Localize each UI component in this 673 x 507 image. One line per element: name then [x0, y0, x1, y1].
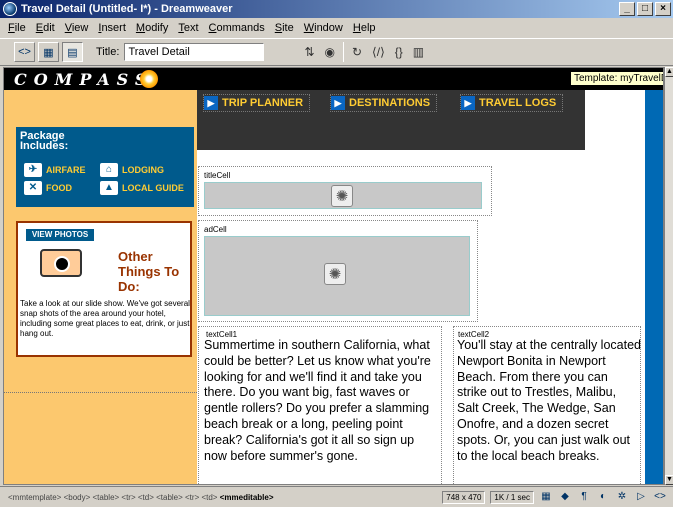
text-cell2-content[interactable]: You'll stay at the centrally located New…: [457, 338, 641, 464]
minimize-button[interactable]: _: [619, 2, 635, 16]
nav-travel-logs[interactable]: ▶ TRAVEL LOGS: [460, 94, 564, 112]
other-things-line1: Other: [118, 249, 153, 264]
refresh-icon[interactable]: ↻: [352, 45, 362, 59]
compass-logo: COMPASS: [14, 70, 154, 89]
window-size-selector[interactable]: 748 x 470: [442, 490, 486, 504]
file-management-icon[interactable]: ⇅: [304, 45, 314, 59]
css-styles-icon[interactable]: ◐: [596, 490, 610, 504]
package-title-line2: Includes:: [20, 140, 69, 152]
vertical-scrollbar[interactable]: ▲ ▼: [664, 67, 673, 485]
left-column-divider: [4, 392, 197, 393]
flash-placeholder-icon: ✺: [331, 185, 353, 207]
menu-modify[interactable]: Modify: [131, 22, 173, 34]
utensils-icon: ✕: [24, 181, 42, 195]
tag-path[interactable]: <mmtemplate> <body> <table> <tr> <td> <t…: [8, 493, 217, 502]
code-view-icon[interactable]: <>: [14, 42, 35, 62]
shoe-icon: ▲: [100, 181, 118, 195]
timelines-icon[interactable]: ▷: [634, 490, 648, 504]
nav-arrow-icon: ▶: [461, 96, 475, 110]
design-view-icon[interactable]: ▤: [62, 42, 83, 62]
other-things-line2: Things To: [118, 264, 180, 279]
scroll-down-icon[interactable]: ▼: [665, 475, 673, 485]
html-styles-icon[interactable]: ¶: [577, 490, 591, 504]
house-icon: ⌂: [100, 163, 118, 177]
package-item-label: FOOD: [46, 183, 72, 193]
menu-view[interactable]: View: [60, 22, 94, 34]
split-view-icon[interactable]: ▦: [38, 42, 59, 62]
selected-tag[interactable]: <mmeditable>: [220, 493, 274, 502]
menu-file[interactable]: File: [3, 22, 31, 34]
close-button[interactable]: ×: [655, 2, 671, 16]
menu-commands[interactable]: Commands: [204, 22, 270, 34]
package-title: Package Includes:: [20, 131, 69, 152]
menu-edit[interactable]: Edit: [31, 22, 60, 34]
nav-arrow-icon: ▶: [331, 96, 345, 110]
flash-placeholder-icon: ✺: [324, 263, 346, 285]
dreamweaver-window: Travel Detail (Untitled- I*) - Dreamweav…: [0, 0, 673, 507]
site-icon[interactable]: ▦: [539, 490, 553, 504]
tag-selector[interactable]: <mmtemplate> <body> <table> <tr> <td> <t…: [8, 493, 274, 502]
code-inspector-icon[interactable]: <>: [653, 490, 667, 504]
status-right: 748 x 470 1K / 1 sec ▦ ◆ ¶ ◐ ✲ ▷ <>: [442, 490, 667, 504]
title-label: Title:: [96, 46, 120, 58]
airplane-icon: ✈: [24, 163, 42, 177]
download-time: 1K / 1 sec: [490, 490, 534, 504]
menu-help[interactable]: Help: [348, 22, 381, 34]
right-blue-column: [645, 90, 663, 484]
code-navigation-icon[interactable]: ⟨/⟩: [372, 45, 385, 59]
status-bar: <mmtemplate> <body> <table> <tr> <td> <t…: [0, 486, 673, 507]
package-item-label: LODGING: [122, 165, 164, 175]
camera-lens: [54, 256, 70, 272]
preview-browser-icon[interactable]: ◉: [325, 45, 335, 59]
ad-cell-label: adCell: [204, 225, 227, 234]
window-title: Travel Detail (Untitled- I*) - Dreamweav…: [21, 3, 233, 15]
view-options-icon[interactable]: ▥: [413, 45, 424, 59]
compass-star-icon: [140, 70, 158, 88]
package-item-food[interactable]: ✕ FOOD: [24, 181, 72, 195]
menu-site[interactable]: Site: [270, 22, 299, 34]
view-photos-box: VIEW PHOTOS Other Things To Do: Take a l…: [16, 221, 192, 357]
reference-icon[interactable]: {}: [395, 45, 403, 59]
nav-label: TRAVEL LOGS: [479, 97, 557, 109]
nav-label: TRIP PLANNER: [222, 97, 304, 109]
document-title-input[interactable]: [124, 43, 265, 61]
package-item-lodging[interactable]: ⌂ LODGING: [100, 163, 164, 177]
package-item-label: LOCAL GUIDE: [122, 183, 184, 193]
toolbar-separator: [342, 42, 344, 62]
menu-window[interactable]: Window: [299, 22, 348, 34]
nav-right-space: [585, 90, 645, 150]
behaviors-icon[interactable]: ✲: [615, 490, 629, 504]
menu-bar: File Edit View Insert Modify Text Comman…: [0, 19, 673, 37]
dreamweaver-app-icon[interactable]: [3, 2, 17, 16]
nav-destinations[interactable]: ▶ DESTINATIONS: [330, 94, 438, 112]
nav-label: DESTINATIONS: [349, 97, 431, 109]
header-strip: COMPASS Template: myTravelDetail: [4, 68, 663, 90]
photos-description: Take a look at our slide show. We've got…: [20, 299, 190, 338]
scroll-up-icon[interactable]: ▲: [665, 67, 673, 77]
maximize-button[interactable]: □: [637, 2, 653, 16]
title-cell-label: titleCell: [204, 171, 231, 180]
package-item-label: AIRFARE: [46, 165, 86, 175]
camera-icon[interactable]: [40, 249, 82, 277]
nav-arrow-icon: ▶: [204, 96, 218, 110]
package-item-airfare[interactable]: ✈ AIRFARE: [24, 163, 86, 177]
template-tag[interactable]: Template: myTravelDetail: [570, 71, 663, 86]
package-item-local-guide[interactable]: ▲ LOCAL GUIDE: [100, 181, 184, 195]
nav-trip-planner[interactable]: ▶ TRIP PLANNER: [203, 94, 311, 112]
package-includes-box: Package Includes: ✈ AIRFARE ⌂ LODGING ✕ …: [16, 127, 194, 207]
title-bar[interactable]: Travel Detail (Untitled- I*) - Dreamweav…: [0, 0, 673, 18]
view-photos-button[interactable]: VIEW PHOTOS: [26, 229, 94, 241]
document-toolbar: <> ▦ ▤ Title: ⇅ ◉ ↻ ⟨/⟩ {} ▥: [0, 38, 673, 66]
other-things-line3: Do:: [118, 279, 140, 294]
design-view[interactable]: COMPASS Template: myTravelDetail ▶ TRIP …: [3, 67, 664, 485]
menu-insert[interactable]: Insert: [93, 22, 131, 34]
window-controls: _ □ ×: [619, 2, 671, 16]
text-cell1-content[interactable]: Summertime in southern California, what …: [204, 338, 434, 464]
other-things-heading: Other Things To Do:: [118, 249, 179, 294]
menu-text[interactable]: Text: [173, 22, 203, 34]
assets-icon[interactable]: ◆: [558, 490, 572, 504]
